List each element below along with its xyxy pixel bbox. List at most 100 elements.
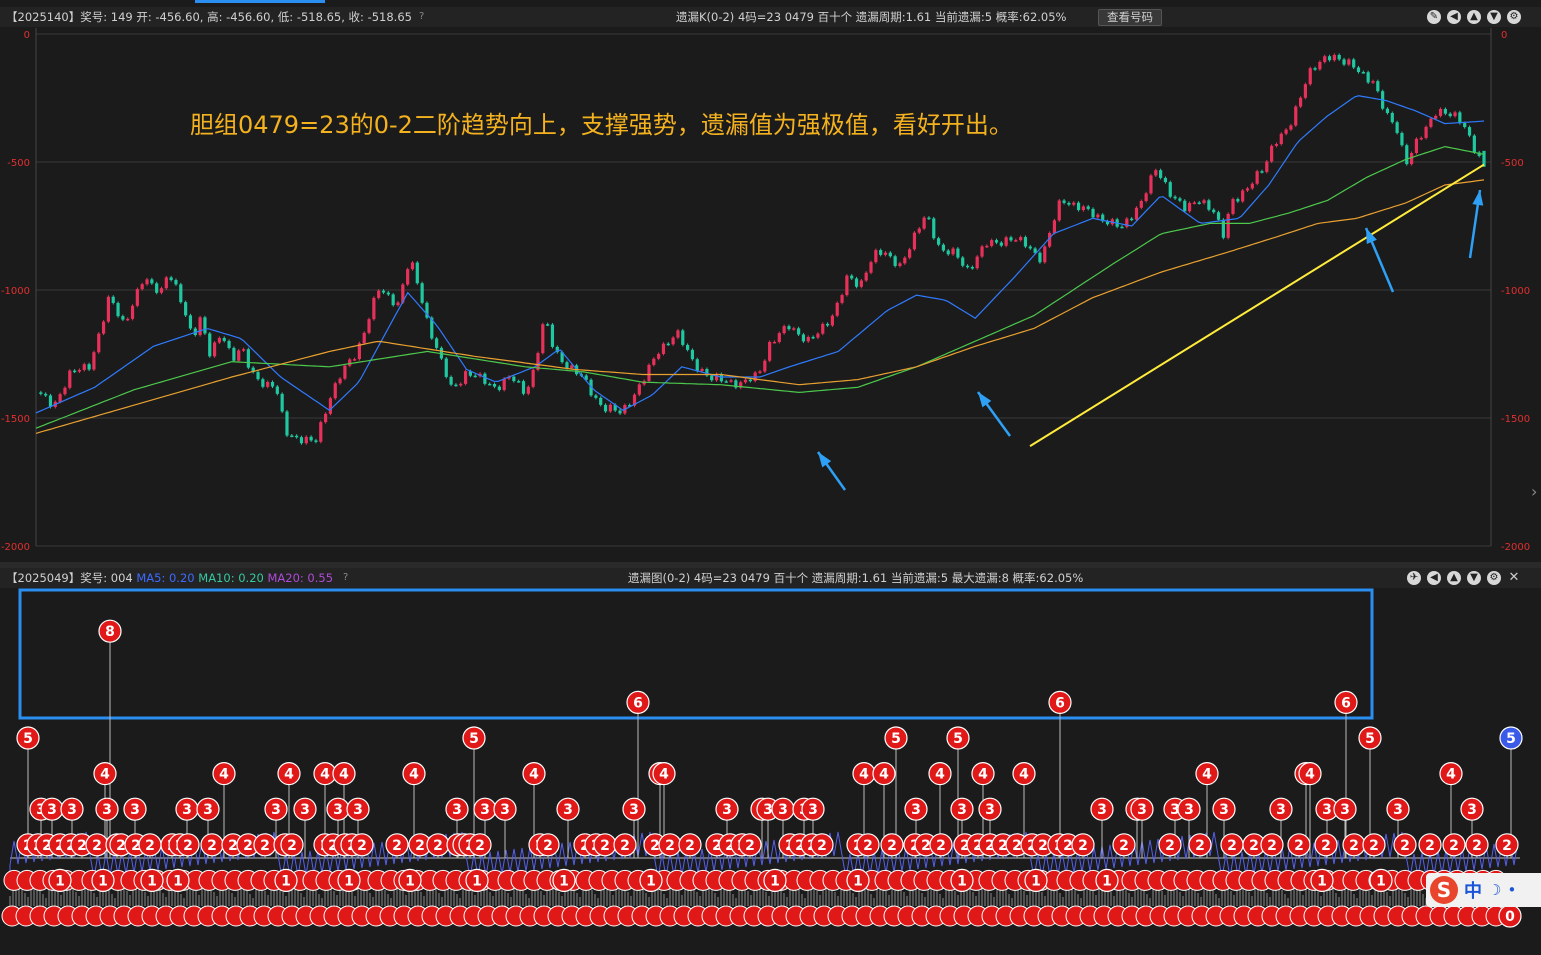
candle [1231, 199, 1235, 214]
peak-ball-label: 3 [67, 802, 77, 818]
one-ball-labeled-label: 1 [472, 873, 482, 889]
two-ball-label: 2 [1012, 838, 1022, 854]
candle [980, 246, 984, 257]
one-ball-labeled: 1 [1310, 868, 1334, 892]
ime-toolbar[interactable]: S 中 ☽ • [1426, 873, 1541, 907]
candle [415, 262, 419, 284]
candle [396, 302, 400, 306]
peak-ball-label: 4 [529, 767, 539, 783]
omission-lollipop-chart[interactable]: 1 1 1 1 1 1 1 1 1 1 1 1 1 1 1 1 12 2 2 2 2 2 2 2 2 2 2 2 2 2 2 2 2 2 2 2 2 2 2… [0, 588, 1541, 955]
ime-mode-toggle[interactable]: 中 [1464, 877, 1482, 903]
candle [932, 218, 936, 239]
omission-k-chart[interactable]: 0 0 -500 -500 -1000 -1000 -1500 -1500 -2000 -2000… [0, 0, 1541, 562]
candle [1052, 220, 1057, 233]
peak-ball-label: 3 [333, 802, 343, 818]
two-ball: 2 [468, 833, 492, 857]
bottom-help-icon[interactable]: ? [343, 568, 348, 588]
peak-ball: 8 [98, 619, 122, 643]
up-icon[interactable]: ▲ [1447, 571, 1461, 585]
candle [1424, 126, 1428, 138]
back-icon[interactable]: ◀ [1427, 571, 1441, 585]
candle [266, 381, 270, 387]
candle [1318, 61, 1322, 70]
candle [1429, 118, 1433, 127]
y-tick-label-left: -1000 [1, 286, 30, 297]
down-icon[interactable]: ▼ [1467, 571, 1481, 585]
candle [217, 337, 222, 343]
two-ball-label: 2 [92, 838, 102, 854]
peak-ball: 3 [978, 797, 1002, 821]
candle [454, 384, 458, 387]
one-ball-labeled-label: 1 [853, 873, 863, 889]
two-ball-label: 2 [392, 838, 402, 854]
candle [1134, 207, 1139, 220]
peak-ball: 3 [1333, 797, 1357, 821]
peak-ball: 4 [212, 762, 236, 786]
candle [63, 387, 67, 395]
candle [48, 395, 53, 407]
two-ball-label: 2 [77, 838, 87, 854]
pin-icon[interactable]: ✈ [1407, 571, 1421, 585]
moon-icon[interactable]: ☽ [1488, 881, 1501, 899]
candle [898, 263, 902, 266]
candle [874, 250, 878, 263]
right-scroll-arrow[interactable]: › [1531, 482, 1537, 501]
candle [1250, 183, 1254, 189]
candle [87, 364, 91, 370]
candle [1226, 213, 1230, 238]
candle [159, 288, 164, 293]
peak-ball-label: 3 [1322, 802, 1332, 818]
one-ball-labeled-label: 1 [1031, 873, 1041, 889]
peak-ball-label: 3 [563, 802, 573, 818]
candle [237, 350, 241, 361]
two-ball: 2 [426, 833, 450, 857]
peak-ball: 3 [196, 797, 220, 821]
two-ball: 2 [738, 833, 762, 857]
y-tick-label-left: -500 [7, 158, 30, 169]
peak-ball-label: 3 [778, 802, 788, 818]
candle [1366, 72, 1370, 83]
candle [777, 333, 781, 342]
peak-ball-label: 3 [911, 802, 921, 818]
two-ball: 2 [1465, 833, 1489, 857]
candle [174, 280, 178, 285]
settings-icon[interactable]: ⚙ [1487, 571, 1501, 585]
candle [275, 386, 279, 394]
peak-ball-label: 3 [182, 802, 192, 818]
candle [319, 422, 323, 442]
sogou-logo-icon[interactable]: S [1430, 876, 1458, 904]
plot-area [36, 28, 1491, 546]
two-ball-label: 2 [543, 838, 553, 854]
candle [1057, 200, 1061, 221]
peak-ball-label: 4 [1019, 767, 1029, 783]
candle [1004, 237, 1008, 246]
two-ball-label: 2 [415, 838, 425, 854]
candle [811, 336, 815, 339]
peak-ball-label: 3 [808, 802, 818, 818]
candle [1086, 206, 1090, 209]
bottom-panel-header: 【2025049】奖号: 004 MA5: 0.20 MA10: 0.20 MA… [0, 568, 1541, 588]
one-ball-labeled-label: 1 [770, 873, 780, 889]
peak-ball-label: 3 [629, 802, 639, 818]
candle [951, 248, 955, 255]
candle [1043, 246, 1047, 263]
peak-ball-label: 4 [879, 767, 889, 783]
candle [743, 379, 748, 383]
two-ball: 2 [856, 833, 880, 857]
candle [661, 343, 666, 354]
two-ball-label: 2 [243, 838, 253, 854]
candle [927, 217, 931, 220]
two-ball-label: 2 [1425, 838, 1435, 854]
candle [1463, 123, 1467, 128]
peak-ball-label: 3 [957, 802, 967, 818]
close-icon[interactable]: ✕ [1507, 571, 1521, 585]
last-zero-ball: 0 [1498, 904, 1522, 928]
candle [324, 413, 328, 423]
candle [608, 404, 612, 412]
candle [449, 376, 453, 385]
candle [377, 290, 381, 298]
bottom-chart-title: 遗漏图(0-2) 4码=23 0479 百十个 遗漏周期:1.61 当前遗漏:5… [628, 571, 1084, 585]
candle [1221, 219, 1225, 238]
punct-icon[interactable]: • [1507, 881, 1516, 899]
candle [1014, 240, 1018, 242]
